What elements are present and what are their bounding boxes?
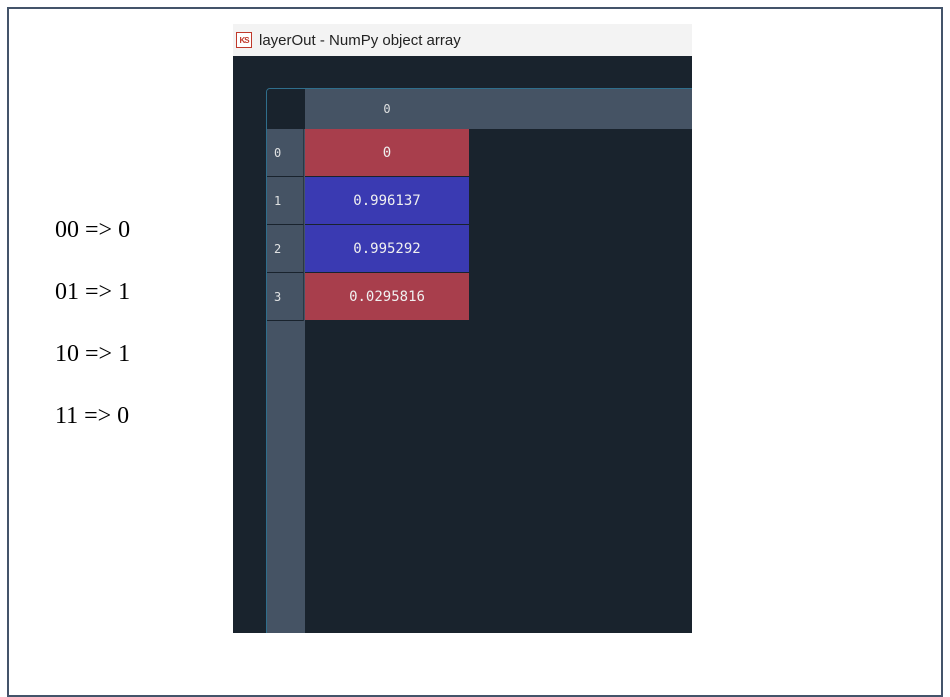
table-cell-1[interactable]: 0.996137 (305, 177, 469, 225)
grid-corner (267, 89, 305, 129)
window-title: layerOut - NumPy object array (259, 31, 461, 49)
array-grid: 0 0 0 1 0.996137 2 0.995292 3 0.0295816 (266, 88, 692, 633)
mapping-line: 01 => 1 (55, 279, 131, 305)
row-header-0[interactable]: 0 (267, 129, 304, 177)
table-cell-0[interactable]: 0 (305, 129, 469, 177)
column-header[interactable]: 0 (305, 89, 692, 129)
table-cell-3[interactable]: 0.0295816 (305, 273, 469, 321)
row-header-1[interactable]: 1 (267, 177, 304, 225)
row-header-2[interactable]: 2 (267, 225, 304, 273)
mapping-line: 10 => 1 (55, 341, 131, 367)
xor-mapping: 00 => 0 01 => 1 10 => 1 11 => 0 (55, 210, 130, 458)
mapping-line: 11 => 0 (55, 403, 130, 429)
app-icon: KS (236, 32, 252, 48)
column-header-label: 0 (383, 102, 391, 116)
mapping-line: 00 => 0 (55, 217, 131, 243)
table-cell-2[interactable]: 0.995292 (305, 225, 469, 273)
row-header-3[interactable]: 3 (267, 273, 304, 321)
window-titlebar[interactable]: KS layerOut - NumPy object array (233, 24, 692, 56)
array-viewer-window: KS layerOut - NumPy object array 0 0 0 1… (233, 24, 692, 633)
